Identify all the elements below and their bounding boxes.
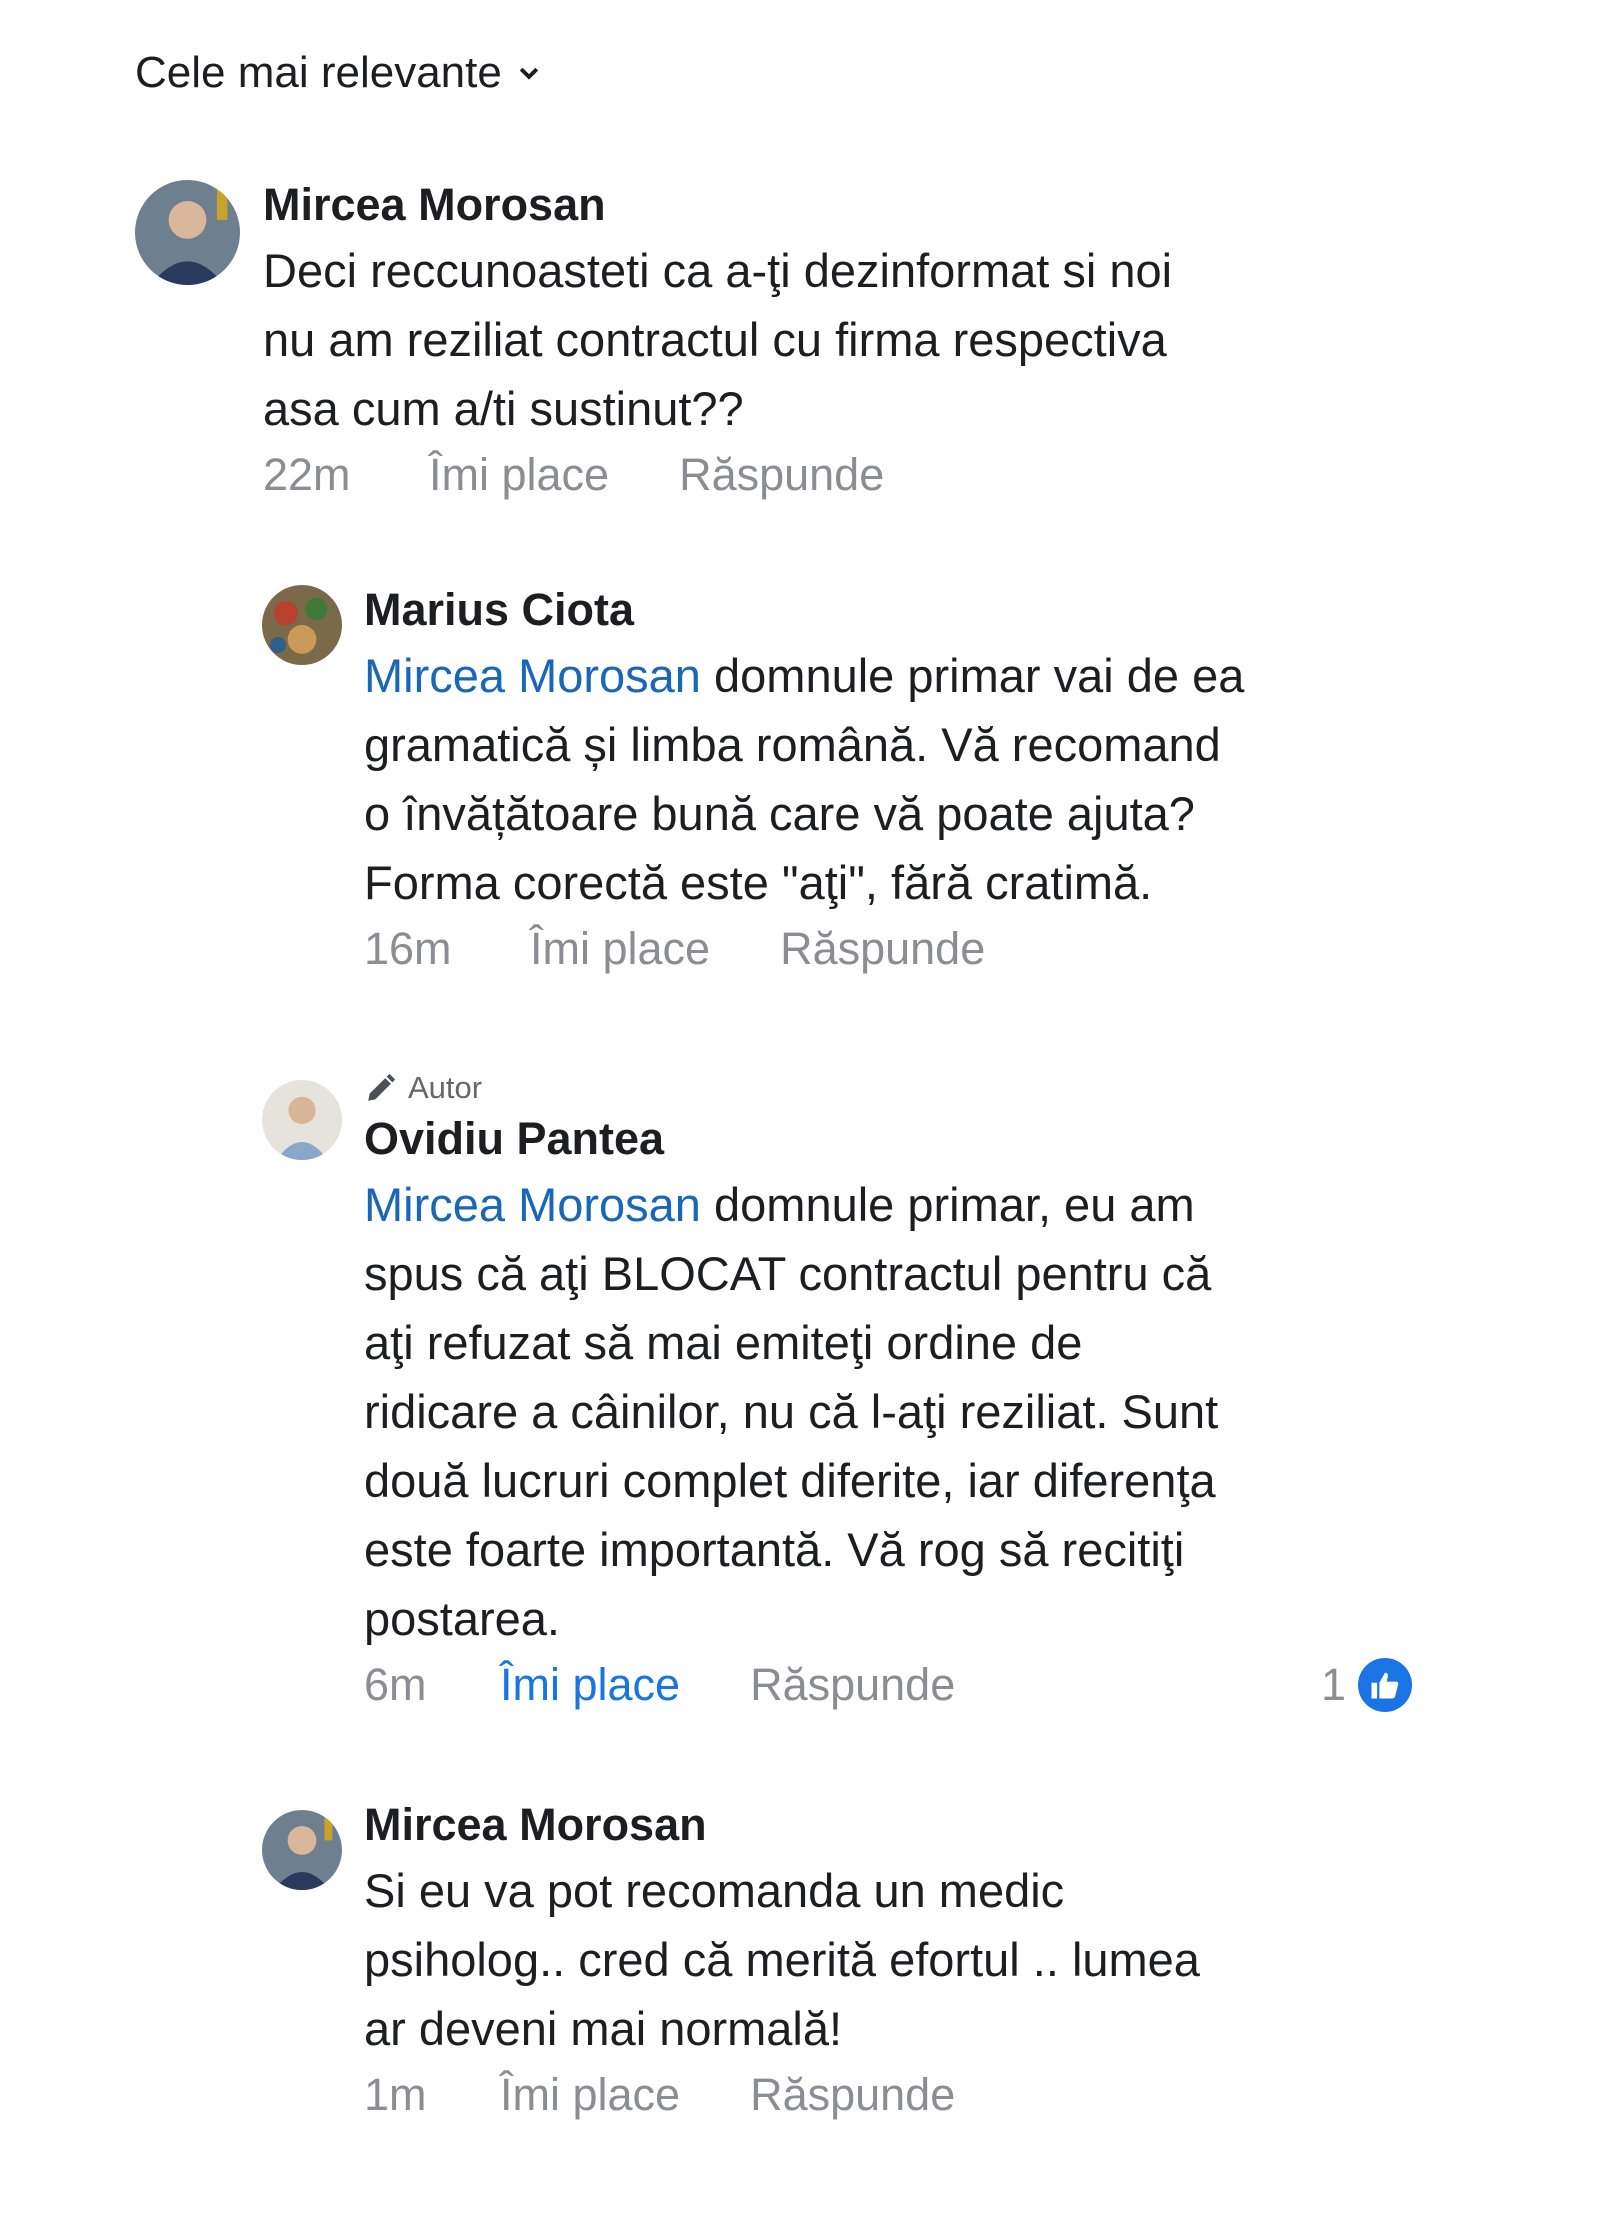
mention-link[interactable]: Mircea Morosan	[364, 649, 701, 702]
comment-actions: 6m Îmi place Răspunde 1	[364, 1657, 1432, 1712]
author-badge-label: Autor	[408, 1070, 483, 1105]
mention-link[interactable]: Mircea Morosan	[364, 1178, 701, 1231]
comment-text: Deci reccunoasteti ca a-ţi dezinformat s…	[263, 243, 1173, 435]
avatar[interactable]	[262, 1810, 342, 1890]
reaction-count: 1	[1320, 1658, 1346, 1710]
reply-button[interactable]: Răspunde	[780, 923, 985, 975]
comment-text: Mircea Morosan domnule primar, eu am spu…	[364, 1177, 1219, 1645]
reply-button[interactable]: Răspunde	[679, 449, 884, 501]
comment-text: Si eu va pot recomanda un medic psiholog…	[364, 1863, 1200, 2055]
avatar[interactable]	[135, 180, 240, 285]
comment-time[interactable]: 6m	[364, 1659, 500, 1711]
author-badge: Autor	[364, 1070, 1432, 1106]
sort-label: Cele mai relevante	[135, 48, 502, 97]
chevron-down-icon	[519, 67, 539, 80]
comment-time[interactable]: 22m	[263, 449, 429, 501]
reply-button[interactable]: Răspunde	[750, 2069, 955, 2121]
like-reaction-icon	[1358, 1657, 1412, 1712]
comment-time[interactable]: 16m	[364, 923, 530, 975]
comment-actions: 16m Îmi place Răspunde	[364, 923, 1464, 975]
avatar[interactable]	[262, 585, 342, 665]
comment-author[interactable]: Mircea Morosan	[364, 1800, 1464, 1850]
like-button[interactable]: Îmi place	[500, 2069, 680, 2121]
sort-dropdown[interactable]: Cele mai relevante	[135, 48, 542, 98]
comment-author[interactable]: Mircea Morosan	[263, 180, 1413, 230]
like-button[interactable]: Îmi place	[530, 923, 710, 975]
reaction-summary[interactable]: 1	[1320, 1657, 1412, 1712]
like-button[interactable]: Îmi place	[500, 1659, 680, 1711]
comment-author[interactable]: Ovidiu Pantea	[364, 1114, 1432, 1164]
comment-actions: 1m Îmi place Răspunde	[364, 2069, 1464, 2121]
comment-actions: 22m Îmi place Răspunde	[263, 449, 1413, 501]
comment-text: Mircea Morosan domnule primar vai de ea …	[364, 648, 1245, 909]
comment-time[interactable]: 1m	[364, 2069, 500, 2121]
pencil-icon	[368, 1073, 396, 1101]
like-button[interactable]: Îmi place	[429, 449, 609, 501]
comment-author[interactable]: Marius Ciota	[364, 585, 1464, 635]
avatar[interactable]	[262, 1080, 342, 1160]
reply-button[interactable]: Răspunde	[750, 1659, 955, 1711]
